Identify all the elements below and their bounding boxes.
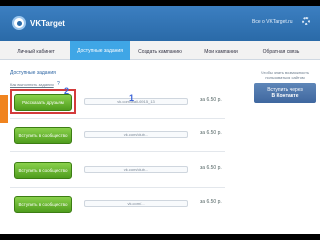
tab-cabinet[interactable]: Личный кабинет [10, 44, 62, 60]
tab-feedback[interactable]: Обратная связь [252, 44, 310, 60]
vk-login-promo: Чтобы знать возможность пользоваться сай… [254, 70, 316, 103]
task-price: за 6.50 р. [200, 199, 222, 205]
task-link[interactable]: vk.com/wall-6915_13 [84, 98, 188, 105]
task-price: за 6.50 р. [200, 130, 222, 136]
how-to-link[interactable]: Как выполнять задания [10, 82, 54, 87]
task-link[interactable]: vk.com/club... [84, 166, 188, 173]
annotation-1: 1 [129, 93, 135, 103]
logo-text: VKTarget [30, 18, 65, 28]
task-row: Вступить в сообщество vk.com/club... за … [10, 160, 222, 180]
task-link[interactable]: vk.com/... [84, 200, 188, 207]
divider [10, 187, 225, 188]
task-row: Вступить в сообщество vk.com/club... за … [10, 125, 222, 145]
tab-create-campaign[interactable]: Создать кампанию [134, 44, 186, 60]
join-group-button[interactable]: Вступить в сообщество [14, 162, 72, 179]
target-logo-icon [12, 16, 26, 30]
main-tabs: Личный кабинет Доступные задания Создать… [0, 41, 320, 60]
vk-login-line2: В Контакте [271, 93, 299, 99]
logo[interactable]: VKTarget [12, 16, 65, 30]
join-group-button[interactable]: Вступить в сообщество [14, 127, 72, 144]
side-feedback-tab[interactable] [0, 95, 8, 123]
divider [10, 118, 225, 119]
vk-login-button[interactable]: Вступить через В Контакте [254, 83, 316, 103]
divider [10, 151, 225, 152]
task-link[interactable]: vk.com/club... [84, 131, 188, 138]
site-header: VKTarget Все о VKTarget.ru [0, 6, 320, 41]
tab-my-campaigns[interactable]: Мои кампании [196, 44, 246, 60]
section-title: Доступные задания [10, 70, 56, 76]
task-price: за 6.50 р. [200, 165, 222, 171]
letterbox-bottom [0, 234, 320, 240]
join-group-button[interactable]: Вступить в сообщество [14, 196, 72, 213]
annotation-2: 2 [64, 86, 70, 96]
promo-text: Чтобы знать возможность пользоваться сай… [260, 70, 310, 80]
task-price: за 6.50 р. [200, 97, 222, 103]
about-link[interactable]: Все о VKTarget.ru [252, 19, 293, 25]
gear-icon[interactable] [302, 17, 310, 25]
screen: VKTarget Все о VKTarget.ru Личный кабине… [0, 0, 320, 240]
help-icon[interactable]: ? [57, 81, 60, 87]
tab-available-tasks[interactable]: Доступные задания [70, 41, 130, 60]
task-row: Вступить в сообщество vk.com/... за 6.50… [10, 194, 222, 214]
